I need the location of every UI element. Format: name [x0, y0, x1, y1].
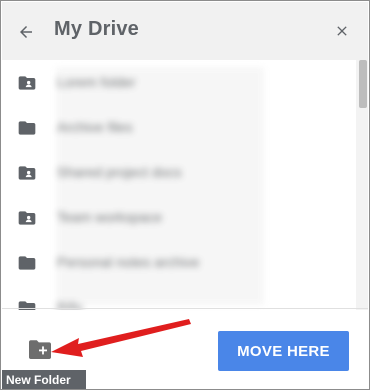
new-folder-button[interactable] — [27, 339, 53, 361]
move-dialog: My Drive Lorem folder Archive files Shar… — [0, 0, 370, 390]
arrow-left-icon — [20, 26, 32, 38]
folder-row[interactable]: Shared project docs — [2, 153, 356, 193]
folder-icon — [18, 121, 36, 135]
shared-folder-icon — [18, 166, 36, 180]
scrollbar-thumb[interactable] — [359, 60, 367, 108]
folder-name: Lorem folder — [57, 74, 136, 90]
folder-row[interactable]: Archive files — [2, 108, 356, 148]
dialog-header: My Drive — [2, 2, 368, 60]
shared-folder-icon — [18, 211, 36, 225]
close-icon — [337, 26, 347, 36]
folder-row[interactable]: Billy — [2, 288, 356, 310]
folder-name: Archive files — [57, 119, 133, 135]
footer-divider — [2, 308, 368, 309]
scrollbar[interactable] — [356, 60, 368, 310]
folder-name: Team workspace — [57, 209, 163, 225]
folder-name: Personal notes archive — [57, 254, 200, 270]
folder-name: Shared project docs — [57, 164, 182, 180]
folder-row[interactable]: Personal notes archive — [2, 243, 356, 283]
new-folder-icon — [29, 340, 51, 359]
folder-row[interactable]: Team workspace — [2, 198, 356, 238]
shared-folder-icon — [18, 76, 36, 90]
close-button[interactable] — [328, 17, 356, 45]
folder-row[interactable]: Lorem folder — [2, 63, 356, 103]
dialog-title: My Drive — [54, 18, 139, 40]
back-button[interactable] — [12, 18, 40, 46]
new-folder-tooltip: New Folder — [2, 370, 86, 389]
folder-icon — [18, 256, 36, 270]
move-here-button[interactable]: MOVE HERE — [218, 331, 349, 371]
folder-list: Lorem folder Archive files Shared projec… — [2, 60, 356, 310]
